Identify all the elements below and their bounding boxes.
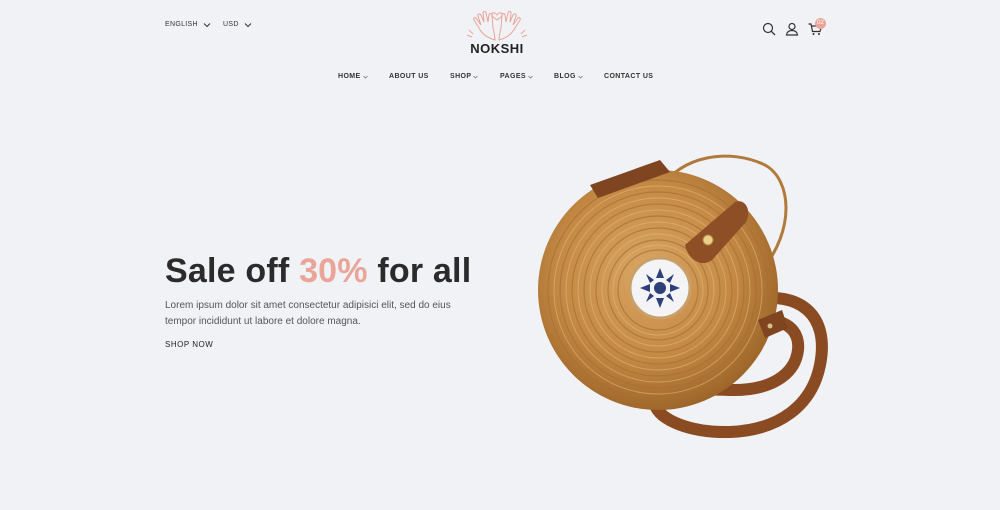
nav-item-shop[interactable]: SHOP — [450, 73, 479, 80]
hero-title: Sale off 30% for all — [165, 252, 471, 291]
hero-title-pre: Sale off — [165, 252, 300, 290]
user-icon[interactable] — [784, 21, 800, 37]
language-label: ENGLISH — [165, 21, 198, 28]
chevron-down-icon — [578, 75, 583, 79]
logo-hands-icon — [466, 11, 528, 41]
nav-item-home[interactable]: HOME — [338, 73, 368, 80]
chevron-down-icon — [362, 75, 368, 79]
nav-label: BLOG — [554, 73, 576, 80]
chevron-down-icon — [473, 75, 479, 79]
currency-selector[interactable]: USD — [223, 21, 252, 28]
shop-now-link[interactable]: SHOP NOW — [165, 340, 213, 349]
nav-label: PAGES — [500, 73, 526, 80]
language-selector[interactable]: ENGLISH — [165, 21, 211, 28]
nav-item-about-us[interactable]: ABOUT US — [389, 73, 429, 80]
chevron-down-icon — [528, 75, 533, 79]
chevron-down-icon — [203, 22, 211, 27]
chevron-down-icon — [244, 22, 252, 27]
hero-title-accent: 30% — [299, 252, 368, 290]
currency-label: USD — [223, 21, 239, 28]
nav-label: SHOP — [450, 73, 472, 80]
main-nav: HOME ABOUT US SHOP PAGES BLOG CONTACT US — [0, 73, 1000, 85]
nav-item-pages[interactable]: PAGES — [500, 73, 533, 80]
cart-count-badge: 02 — [815, 18, 826, 29]
nav-label: CONTACT US — [604, 73, 654, 80]
hero-title-post: for all — [367, 252, 472, 290]
nav-label: ABOUT US — [389, 73, 429, 80]
logo[interactable]: NOKSHI — [460, 8, 534, 60]
nav-item-contact-us[interactable]: CONTACT US — [604, 73, 653, 80]
nav-label: HOME — [338, 73, 361, 80]
hero-description: Lorem ipsum dolor sit amet consectetur a… — [165, 300, 451, 327]
search-icon[interactable] — [761, 21, 777, 37]
brand-name: NOKSHI — [470, 41, 524, 56]
nav-item-blog[interactable]: BLOG — [554, 73, 583, 80]
header: ENGLISH USD NOKSHI 02 — [0, 0, 1000, 60]
rattan-bag-image — [538, 154, 828, 439]
